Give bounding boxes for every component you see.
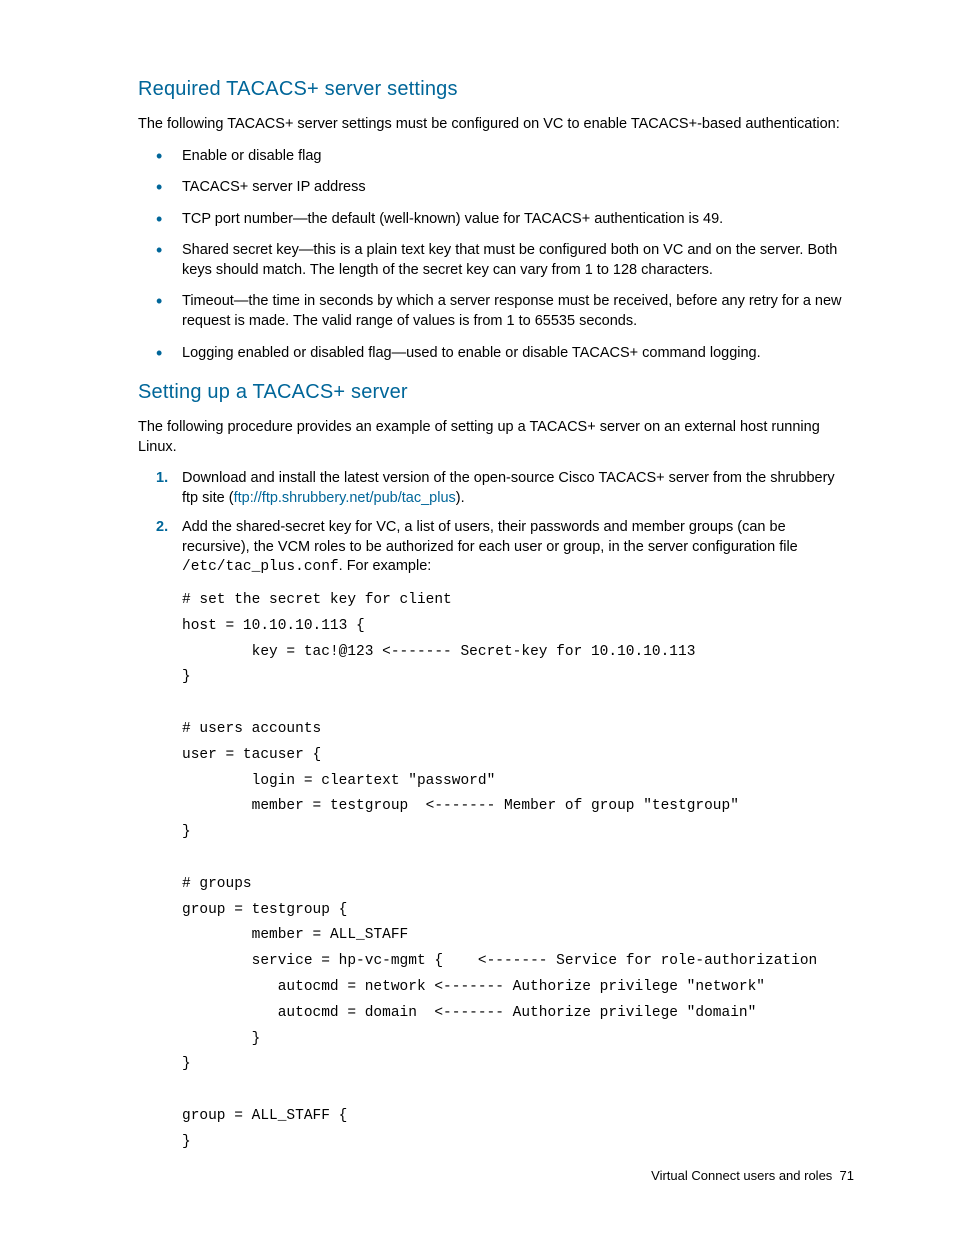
section-heading-setting-up: Setting up a TACACS+ server — [138, 381, 854, 404]
bullet-item: TCP port number—the default (well-known)… — [138, 210, 854, 230]
footer-text: Virtual Connect users and roles — [651, 1168, 832, 1183]
step-2: Add the shared-secret key for VC, a list… — [138, 518, 854, 578]
step-1: Download and install the latest version … — [138, 469, 854, 508]
bullet-item: Shared secret key—this is a plain text k… — [138, 241, 854, 280]
bullet-item: Enable or disable flag — [138, 147, 854, 167]
section1-bullet-list: Enable or disable flag TACACS+ server IP… — [138, 147, 854, 364]
section1-intro: The following TACACS+ server settings mu… — [138, 115, 854, 135]
section-heading-required: Required TACACS+ server settings — [138, 78, 854, 101]
config-file-path: /etc/tac_plus.conf — [182, 559, 339, 575]
bullet-item: TACACS+ server IP address — [138, 178, 854, 198]
code-block: # set the secret key for client host = 1… — [182, 588, 854, 1156]
section2-numbered-list: Download and install the latest version … — [138, 469, 854, 578]
step2-post-text: . For example: — [339, 558, 432, 574]
ftp-link[interactable]: ftp://ftp.shrubbery.net/pub/tac_plus — [234, 490, 456, 506]
step2-pre-text: Add the shared-secret key for VC, a list… — [182, 519, 798, 555]
page-number: 71 — [840, 1168, 854, 1183]
step1-post-text: ). — [456, 490, 465, 506]
page-footer: Virtual Connect users and roles 71 — [651, 1168, 854, 1183]
section2-intro: The following procedure provides an exam… — [138, 418, 854, 457]
bullet-item: Logging enabled or disabled flag—used to… — [138, 344, 854, 364]
bullet-item: Timeout—the time in seconds by which a s… — [138, 292, 854, 331]
